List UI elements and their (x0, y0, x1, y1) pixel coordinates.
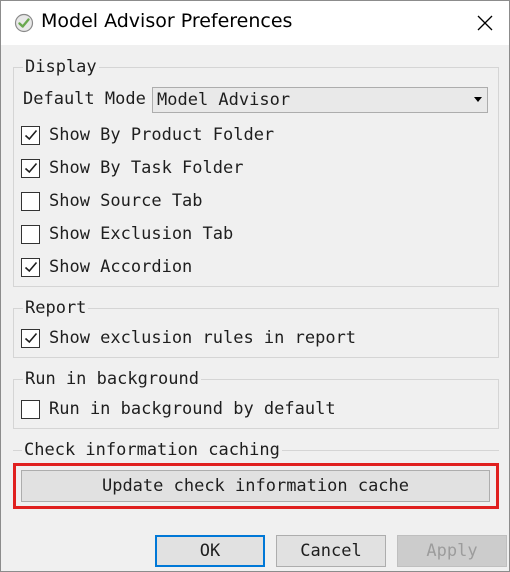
default-mode-value: Model Advisor (157, 90, 291, 110)
option-run-in-background[interactable]: Run in background by default (21, 399, 336, 419)
checkmark-icon (24, 129, 37, 141)
option-label: Show Accordion (49, 257, 193, 277)
checkbox[interactable] (21, 224, 40, 244)
option-label: Show By Product Folder (49, 125, 275, 145)
option-label: Show By Task Folder (49, 158, 244, 178)
option-show-by-task-folder[interactable]: Show By Task Folder (21, 158, 243, 178)
option-label: Show exclusion rules in report (49, 328, 357, 348)
checkbox[interactable] (21, 158, 40, 178)
chevron-down-icon (474, 97, 482, 102)
checkbox[interactable] (21, 191, 40, 211)
option-show-source-tab[interactable]: Show Source Tab (21, 191, 203, 211)
preferences-dialog: Model Advisor Preferences Display Defaul… (0, 0, 510, 572)
checkbox[interactable] (21, 399, 40, 419)
option-label: Run in background by default (49, 399, 336, 419)
option-label: Show Exclusion Tab (49, 224, 234, 244)
ok-button[interactable]: OK (155, 535, 265, 567)
dialog-title: Model Advisor Preferences (41, 10, 293, 32)
caching-legend: Check information caching (22, 440, 282, 460)
update-cache-button[interactable]: Update check information cache (21, 470, 490, 502)
checkbox[interactable] (21, 257, 40, 277)
default-mode-label: Default Mode (23, 89, 146, 109)
default-mode-select[interactable]: Model Advisor (152, 87, 488, 113)
option-show-exclusion-tab[interactable]: Show Exclusion Tab (21, 224, 233, 244)
check-circle-icon (14, 13, 34, 33)
option-show-exclusion-rules[interactable]: Show exclusion rules in report (21, 328, 356, 348)
option-show-accordion[interactable]: Show Accordion (21, 257, 192, 277)
close-icon (477, 15, 493, 31)
checkbox[interactable] (21, 328, 40, 348)
close-button[interactable] (463, 3, 507, 43)
checkbox[interactable] (21, 125, 40, 145)
option-label: Show Source Tab (49, 191, 203, 211)
background-legend: Run in background (23, 369, 201, 389)
default-mode-row: Default Mode (23, 89, 146, 109)
checkmark-icon (24, 162, 37, 174)
checkmark-icon (24, 261, 37, 273)
checkmark-icon (24, 332, 37, 344)
display-legend: Display (23, 57, 99, 77)
title-bar: Model Advisor Preferences (1, 1, 509, 45)
apply-button[interactable]: Apply (397, 535, 507, 567)
cancel-button[interactable]: Cancel (276, 535, 386, 567)
option-show-by-product-folder[interactable]: Show By Product Folder (21, 125, 274, 145)
report-legend: Report (23, 298, 89, 318)
